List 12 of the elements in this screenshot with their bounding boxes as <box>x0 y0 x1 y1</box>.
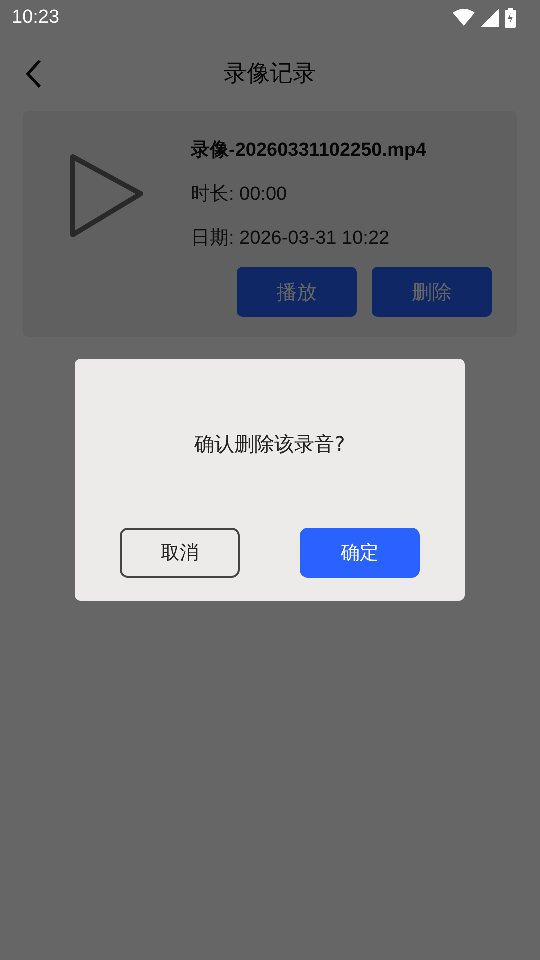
date-text: 日期: 2026-03-31 10:22 <box>191 227 391 251</box>
battery-icon <box>505 8 516 28</box>
file-name: 录像-20260331102250.mp4 <box>191 139 428 163</box>
status-time: 10:23 <box>12 7 60 29</box>
wifi-icon <box>453 9 475 27</box>
back-icon[interactable] <box>26 59 42 89</box>
dialog-message: 确认删除该录音? <box>194 431 346 458</box>
confirm-button[interactable]: 确定 <box>300 528 420 578</box>
cancel-button[interactable]: 取消 <box>120 528 240 578</box>
page-title: 录像记录 <box>224 60 316 88</box>
signal-icon <box>481 9 499 27</box>
duration-text: 时长: 00:00 <box>191 183 288 207</box>
